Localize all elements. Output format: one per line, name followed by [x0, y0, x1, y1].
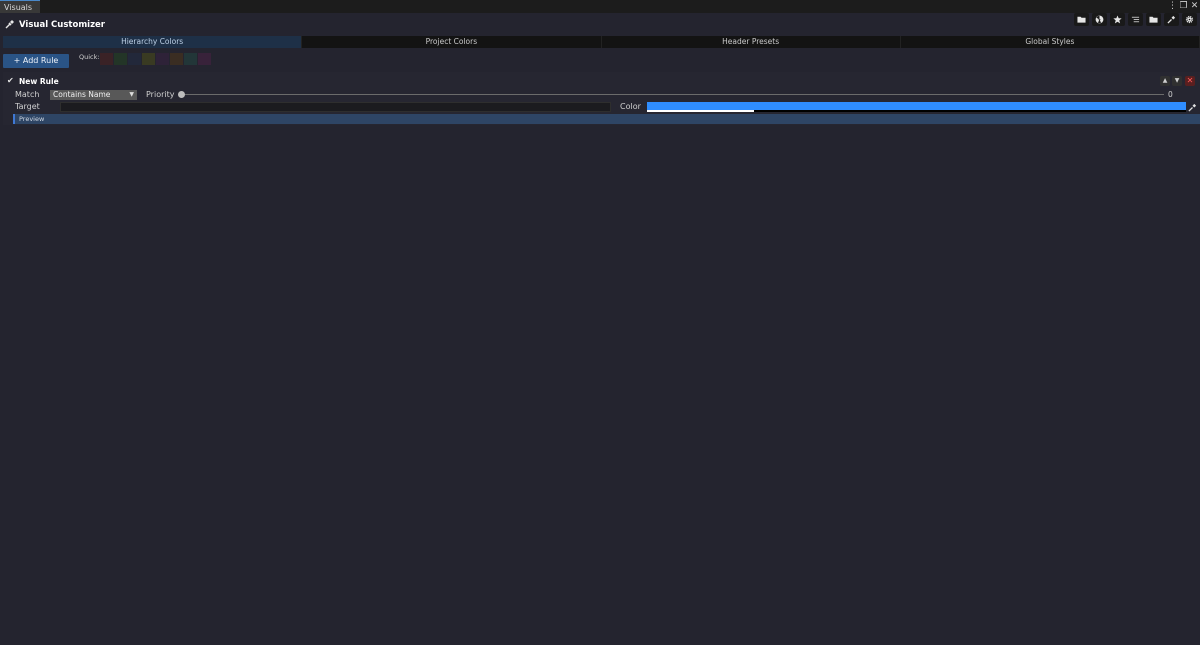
settings-button[interactable]	[1182, 13, 1197, 26]
page-title: Visual Customizer	[19, 20, 105, 30]
add-rule-button[interactable]: + Add Rule	[3, 54, 69, 68]
gear-icon	[1185, 15, 1194, 24]
target-input[interactable]	[60, 102, 611, 112]
close-window-icon[interactable]: ✕	[1190, 1, 1199, 12]
match-dropdown-value: Contains Name	[53, 90, 111, 99]
rule-preview-bar	[13, 114, 1200, 124]
color-label: Color	[620, 102, 641, 111]
target-label: Target	[15, 102, 40, 111]
eyedropper-icon	[5, 20, 14, 29]
tab-hierarchy-colors[interactable]: Hierarchy Colors	[3, 36, 303, 48]
enabled-check-icon[interactable]: ✔	[7, 76, 14, 85]
priority-label: Priority	[146, 90, 175, 99]
window-tab-strip	[0, 0, 1200, 13]
quick-color-swatch[interactable]	[100, 53, 113, 65]
star-icon	[1113, 15, 1122, 24]
move-down-button[interactable]: ▼	[1172, 76, 1182, 86]
quick-color-swatch[interactable]	[198, 53, 211, 65]
color-alpha-bar	[647, 110, 754, 112]
radiation-button[interactable]	[1092, 13, 1107, 26]
list-icon	[1131, 16, 1140, 23]
priority-slider-track[interactable]	[181, 94, 1164, 95]
window-menu-icon[interactable]: ⋮	[1168, 1, 1177, 12]
radiation-icon	[1095, 15, 1104, 24]
list-button[interactable]	[1128, 13, 1143, 26]
quick-color-swatch[interactable]	[156, 53, 169, 65]
match-label: Match	[15, 90, 40, 99]
main-tabs: Hierarchy Colors Project Colors Header P…	[3, 36, 1200, 48]
preview-label: Preview	[19, 115, 45, 123]
rule-name: New Rule	[19, 77, 59, 86]
tab-global-styles[interactable]: Global Styles	[900, 36, 1200, 48]
delete-rule-button[interactable]: ✕	[1185, 76, 1195, 86]
quick-color-swatch[interactable]	[114, 53, 127, 65]
toolbar	[1074, 13, 1197, 27]
tab-header-presets[interactable]: Header Presets	[601, 36, 901, 48]
quick-color-swatches	[100, 53, 211, 65]
tab-project-colors[interactable]: Project Colors	[302, 36, 602, 48]
eyedropper-button[interactable]	[1164, 13, 1179, 26]
window-tab-visuals[interactable]: Visuals	[0, 0, 41, 13]
priority-value[interactable]: 0	[1168, 90, 1173, 99]
priority-slider-handle[interactable]	[178, 91, 185, 98]
folder-icon	[1077, 16, 1086, 23]
quick-color-swatch[interactable]	[142, 53, 155, 65]
folder-button[interactable]	[1074, 13, 1089, 26]
quick-label: Quick:	[79, 53, 100, 61]
quick-color-swatch[interactable]	[128, 53, 141, 65]
match-dropdown[interactable]: Contains Name ▼	[50, 90, 137, 100]
color-alpha-bar-remainder	[754, 110, 1186, 112]
quick-color-swatch[interactable]	[184, 53, 197, 65]
eyedropper-icon	[1167, 15, 1176, 24]
eyedropper-icon[interactable]	[1188, 103, 1197, 112]
quick-color-swatch[interactable]	[170, 53, 183, 65]
folder-icon	[1149, 16, 1158, 23]
maximize-icon[interactable]: ❐	[1179, 1, 1188, 12]
move-up-button[interactable]: ▲	[1160, 76, 1170, 86]
chevron-down-icon: ▼	[129, 91, 134, 98]
open-folder-button[interactable]	[1146, 13, 1161, 26]
favorites-button[interactable]	[1110, 13, 1125, 26]
